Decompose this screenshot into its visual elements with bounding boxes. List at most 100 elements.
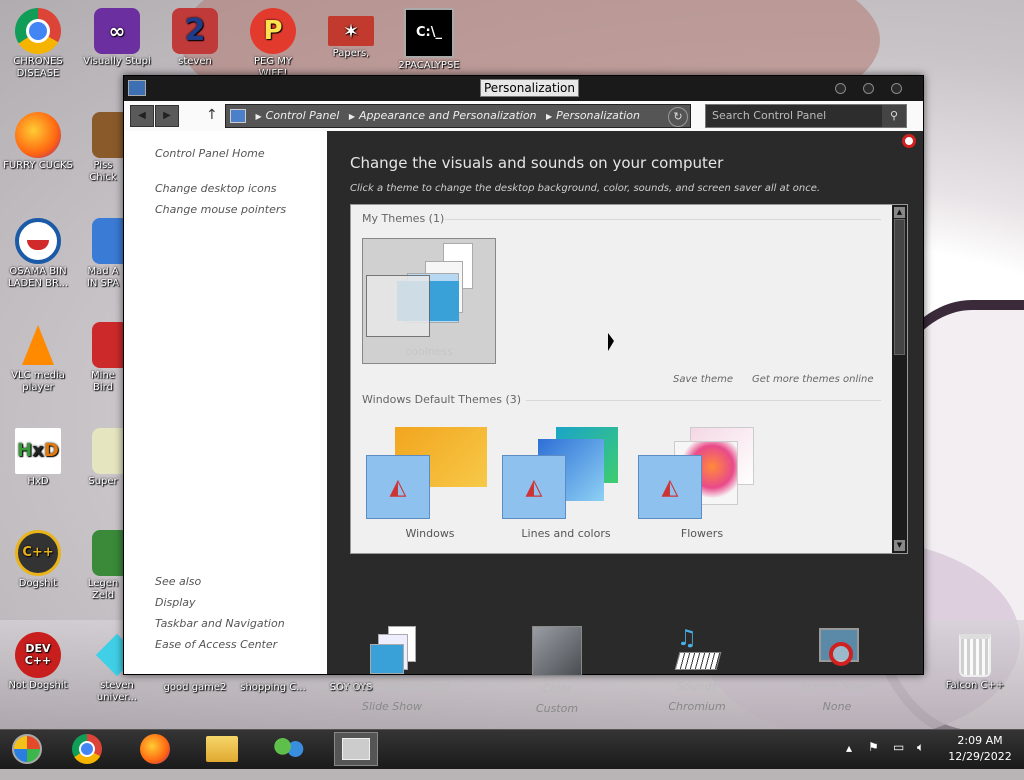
taskbar: ▴ ⚑ ▭ 🔈︎ 2:09 AM 12/29/2022	[0, 729, 1024, 769]
desktop-icon-hxd[interactable]: HxD HxD	[3, 428, 73, 488]
chrome-icon	[15, 8, 61, 54]
taskbar-control-panel[interactable]	[334, 732, 378, 766]
theme-lines-and-colors[interactable]: ◭ Lines and colors	[498, 427, 634, 543]
up-arrow-icon: ↑	[206, 107, 218, 123]
color-fan-icon: ◭	[661, 474, 679, 500]
maximize-button[interactable]	[863, 83, 874, 94]
sidebar-link-ease-of-access[interactable]: Ease of Access Center	[155, 638, 277, 651]
people-network-icon	[273, 736, 305, 762]
sidebar-link-control-panel-home[interactable]: Control Panel Home	[155, 147, 265, 160]
close-button[interactable]	[891, 83, 902, 94]
color-fan-icon: ◭	[389, 474, 407, 500]
sidebar-link-mouse-pointers[interactable]: Change mouse pointers	[155, 203, 286, 216]
breadcrumb-appearance[interactable]: Appearance and Personalization	[359, 109, 537, 122]
clock-time: 2:09 AM	[957, 734, 1003, 747]
back-button[interactable]: ◀	[130, 105, 154, 127]
page-title: Change the visuals and sounds on your co…	[350, 154, 724, 172]
hxd-icon: HxD	[15, 428, 61, 474]
refresh-button[interactable]: ↻	[668, 107, 688, 127]
scroll-up-icon[interactable]: ▲	[894, 207, 905, 218]
desktop-icon-peg-my-wife[interactable]: P PEG MY WIFE!	[238, 8, 308, 80]
search-input[interactable]	[712, 107, 872, 123]
help-icon[interactable]	[902, 134, 916, 148]
sidebar-link-desktop-icons[interactable]: Change desktop icons	[155, 182, 277, 195]
start-button[interactable]	[5, 732, 49, 766]
search-box: ⚲	[705, 104, 907, 128]
dogshit-icon: C++	[15, 530, 61, 576]
show-hidden-icons[interactable]: ▴	[846, 741, 852, 780]
color-fan-icon: ◭	[525, 474, 543, 500]
desktop-icon-legend-zelda[interactable]: Legen Zeld	[82, 530, 124, 602]
main-content: Change the visuals and sounds on your co…	[327, 131, 923, 715]
action-center-icon[interactable]: ⚑	[868, 740, 879, 779]
desktop-icon-not-dogshit[interactable]: DEV C++ Not Dogshit	[3, 632, 73, 692]
desktop-icon-2pacalypse[interactable]: C:\_ 2PACALYPSE	[394, 8, 464, 72]
theme-name: Windows	[405, 527, 455, 540]
search-button[interactable]: ⚲	[882, 105, 906, 127]
p-icon: P	[250, 8, 296, 54]
screen-saver-button[interactable]: Screen Saver None	[772, 626, 902, 713]
taskbar-file-explorer[interactable]	[200, 732, 244, 766]
taskbar-network-app[interactable]	[267, 732, 311, 766]
minimize-button[interactable]	[835, 83, 846, 94]
game-icon	[92, 428, 124, 474]
volume-icon[interactable]: 🔈︎	[917, 740, 924, 779]
desktop-icon-papers[interactable]: ✶ Papers,	[316, 8, 386, 60]
desktop-icon-visually-stupi[interactable]: ∞ Visually Stupi	[82, 8, 152, 68]
theme-scrollbar[interactable]: ▲ ▼	[892, 205, 907, 553]
desktop-icon-falcon-cpp[interactable]: Falcon C++	[940, 632, 1010, 692]
desktop-background-icon	[368, 626, 416, 674]
up-button[interactable]: ↑	[206, 107, 218, 123]
angry-birds-icon	[92, 322, 124, 368]
theme-list: My Themes (1) coolness Save theme Get mo…	[350, 204, 908, 554]
taskbar-chrome[interactable]	[65, 732, 109, 766]
back-arrow-icon: ◀	[138, 110, 146, 121]
chrome-icon	[72, 734, 102, 764]
get-more-themes-link[interactable]: Get more themes online	[752, 374, 874, 385]
firefox-icon	[15, 112, 61, 158]
chevron-right-icon: ▶	[348, 112, 355, 121]
desktop-icon-super[interactable]: Super	[82, 428, 124, 488]
sidebar-link-taskbar[interactable]: Taskbar and Navigation	[155, 617, 285, 630]
breadcrumb-personalization[interactable]: Personalization	[556, 109, 640, 122]
taskbar-firefox[interactable]	[133, 732, 177, 766]
theme-name: Flowers	[680, 527, 724, 540]
scroll-thumb[interactable]	[894, 219, 905, 355]
title-bar[interactable]: Personalization	[124, 76, 923, 101]
desktop-icon-furry-cucks[interactable]: FURRY CUCKS	[3, 112, 73, 172]
theme-windows[interactable]: ◭ Windows	[362, 427, 498, 543]
theme-coolness[interactable]: coolness	[362, 238, 496, 364]
desktop-icon-chrones-disease[interactable]: CHRONES DISEASE	[3, 8, 73, 80]
chevron-right-icon: ▶	[546, 112, 553, 121]
desktop-icon-shopping[interactable]: shopping C...	[238, 682, 308, 694]
desktop-icon-mine-bird[interactable]: Mine Bird	[82, 322, 124, 394]
vlc-icon	[15, 322, 61, 368]
chevron-right-icon: ▶	[255, 112, 262, 121]
sounds-button[interactable]: ♫ Sounds Chromium	[632, 626, 762, 713]
desktop-background-button[interactable]: Desktop Background Slide Show	[327, 626, 457, 713]
theme-name: coolness	[405, 345, 453, 358]
navigation-bar: ◀ ▶ ↑ ▶ Control Panel ▶ Appearance and Per…	[124, 101, 923, 131]
desktop-icon-vlc[interactable]: VLC media player	[3, 322, 73, 394]
desktop-icon-piss-chick[interactable]: Piss Chick	[82, 112, 124, 184]
window-title: Personalization	[480, 79, 579, 97]
desktop-icon-dogshit[interactable]: C++ Dogshit	[3, 530, 73, 590]
scroll-down-icon[interactable]: ▼	[894, 540, 905, 551]
breadcrumb-control-panel[interactable]: Control Panel	[266, 109, 340, 122]
forward-button[interactable]: ▶	[155, 105, 179, 127]
desktop-icon-mad-angry[interactable]: Mad A IN SPA	[82, 218, 124, 290]
search-icon: ⚲	[889, 109, 899, 122]
personalization-window: Personalization ◀ ▶ ↑ ▶ Control Panel ▶ Ap…	[123, 75, 924, 715]
desktop-icon-good-game2[interactable]: good game2	[160, 682, 230, 694]
desktop-icon-osama-bin-laden[interactable]: OSAMA BIN LADEN BR...	[3, 218, 73, 290]
system-clock[interactable]: 2:09 AM 12/29/2022	[945, 733, 1015, 765]
color-button[interactable]: Color Custom	[492, 626, 622, 715]
sounds-icon: ♫	[673, 626, 722, 674]
theme-flowers[interactable]: ◭ Flowers	[634, 427, 770, 543]
save-theme-link[interactable]: Save theme	[673, 374, 733, 385]
chevron-up-icon: ▴	[846, 741, 853, 755]
address-bar[interactable]: ▶ Control Panel ▶ Appearance and Personali…	[225, 104, 691, 128]
network-icon[interactable]: ▭	[893, 740, 904, 779]
desktop-icon-steven[interactable]: 2 steven	[160, 8, 230, 68]
sidebar-link-display[interactable]: Display	[155, 596, 196, 609]
